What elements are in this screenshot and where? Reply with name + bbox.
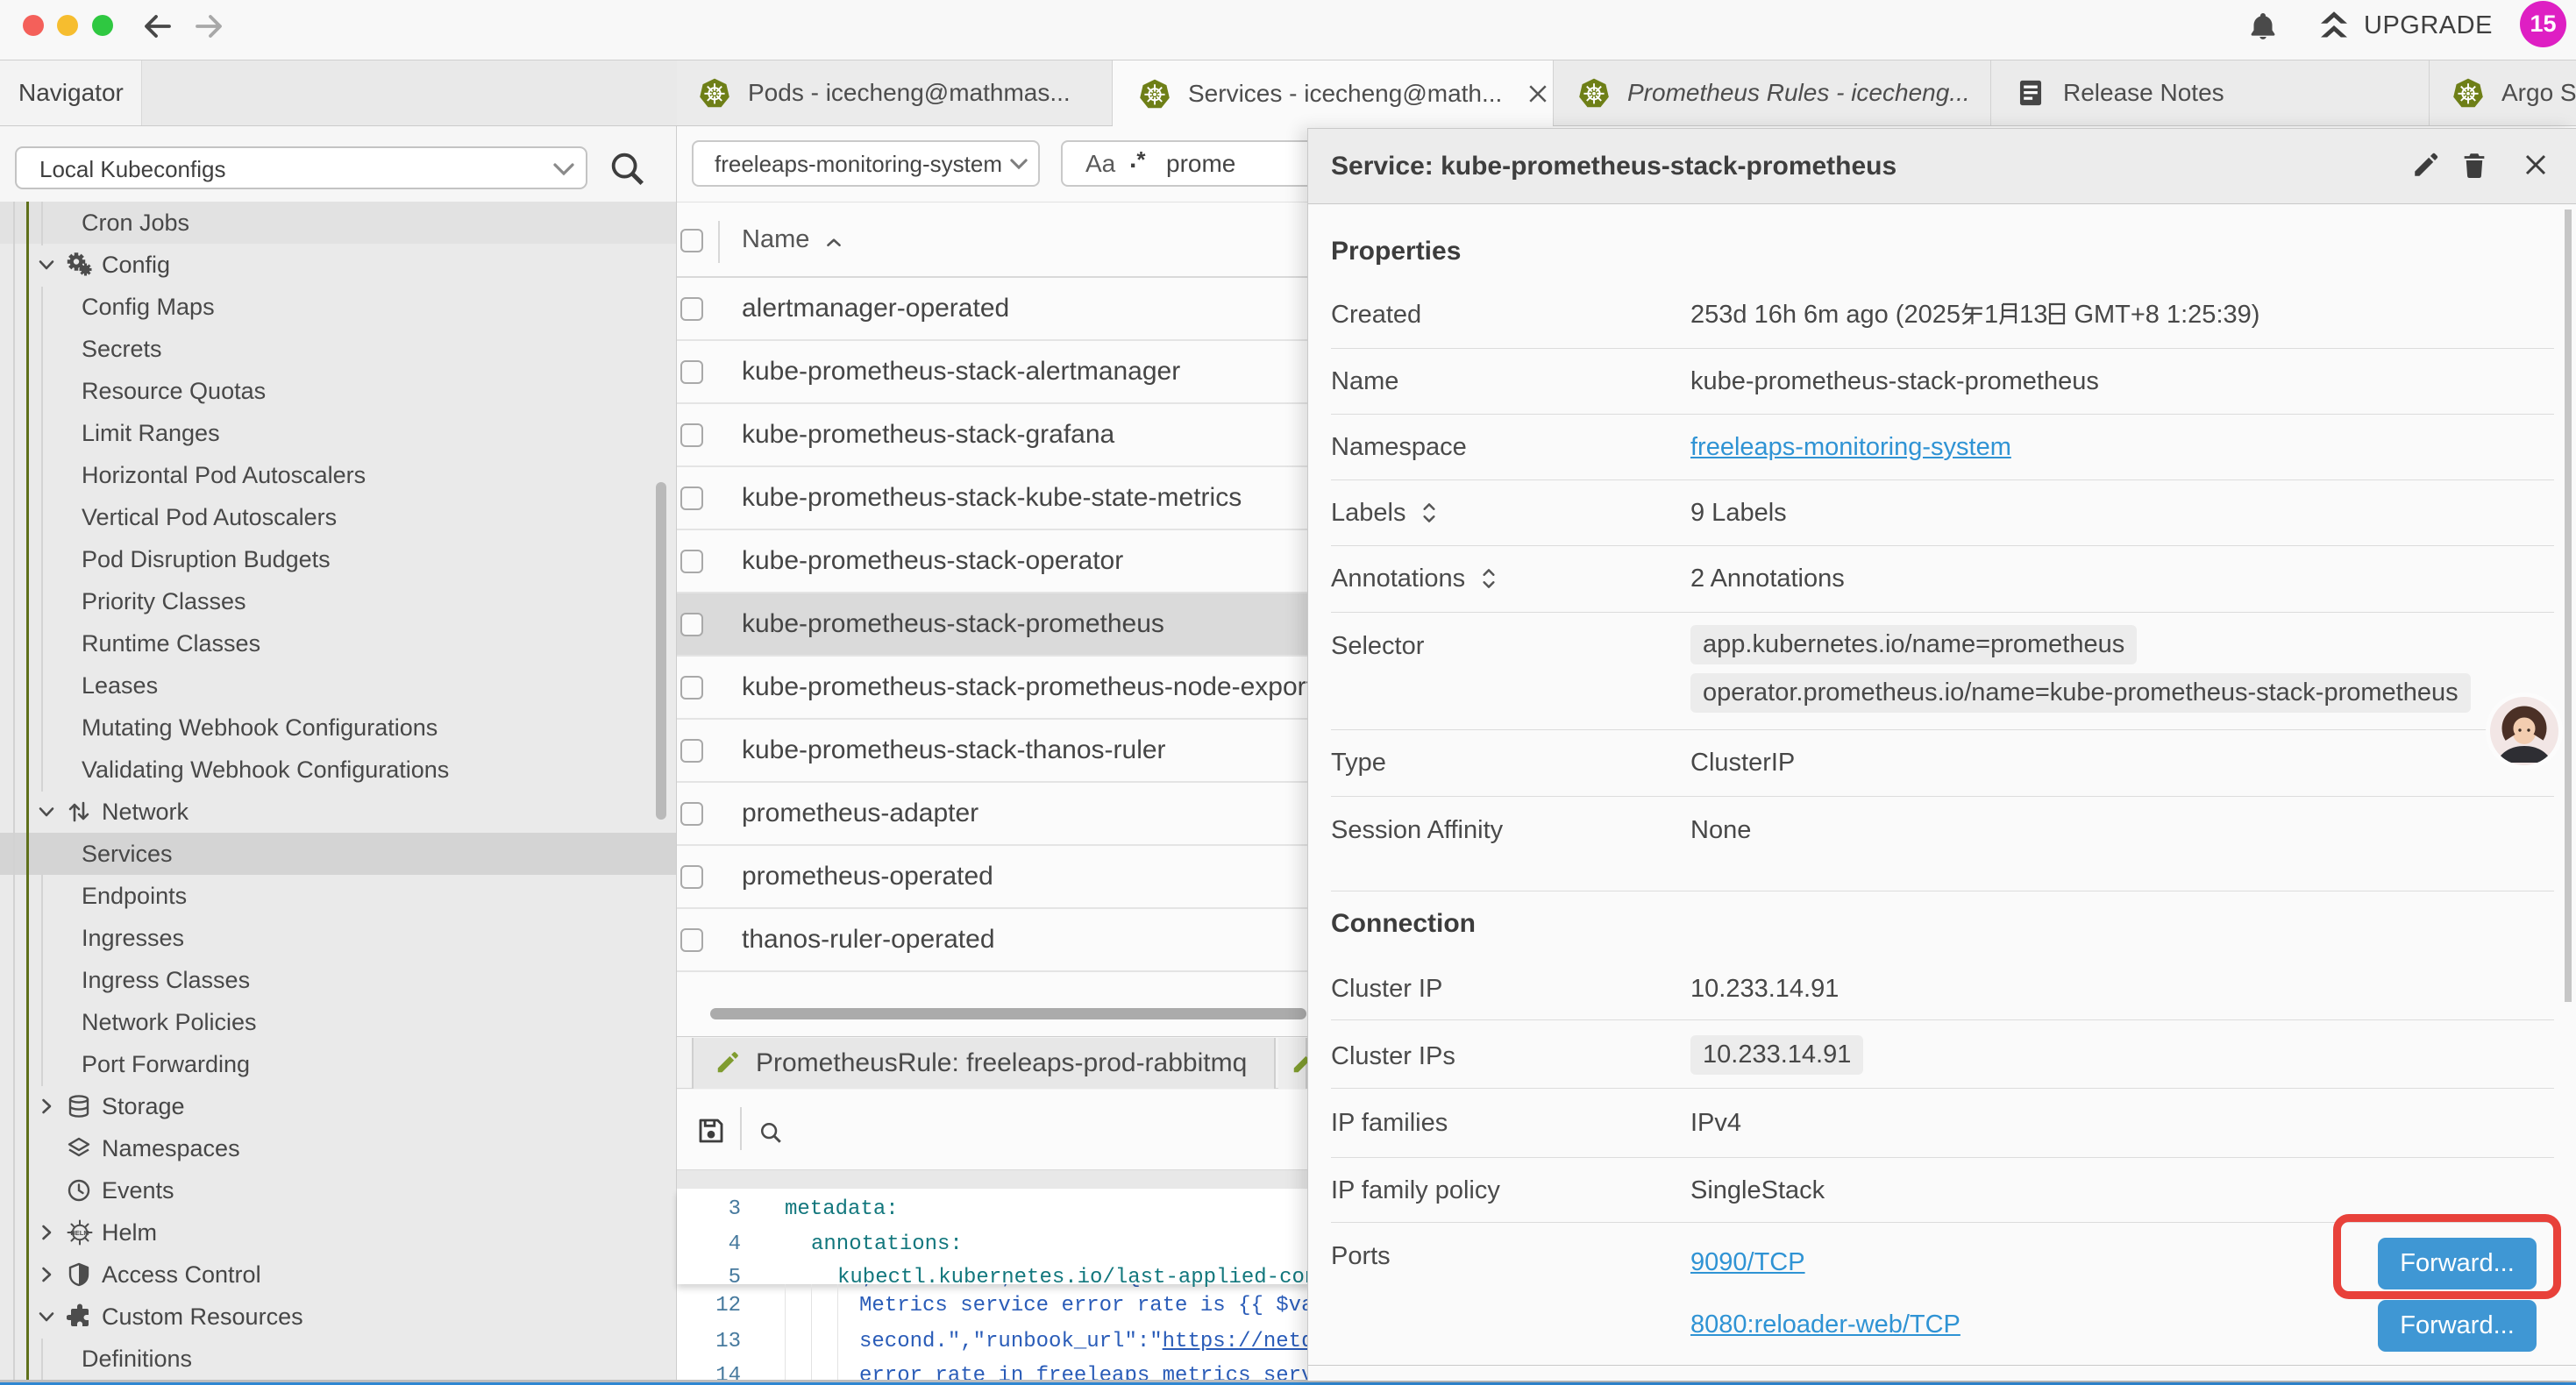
svg-text:HELM: HELM [70,1229,89,1237]
